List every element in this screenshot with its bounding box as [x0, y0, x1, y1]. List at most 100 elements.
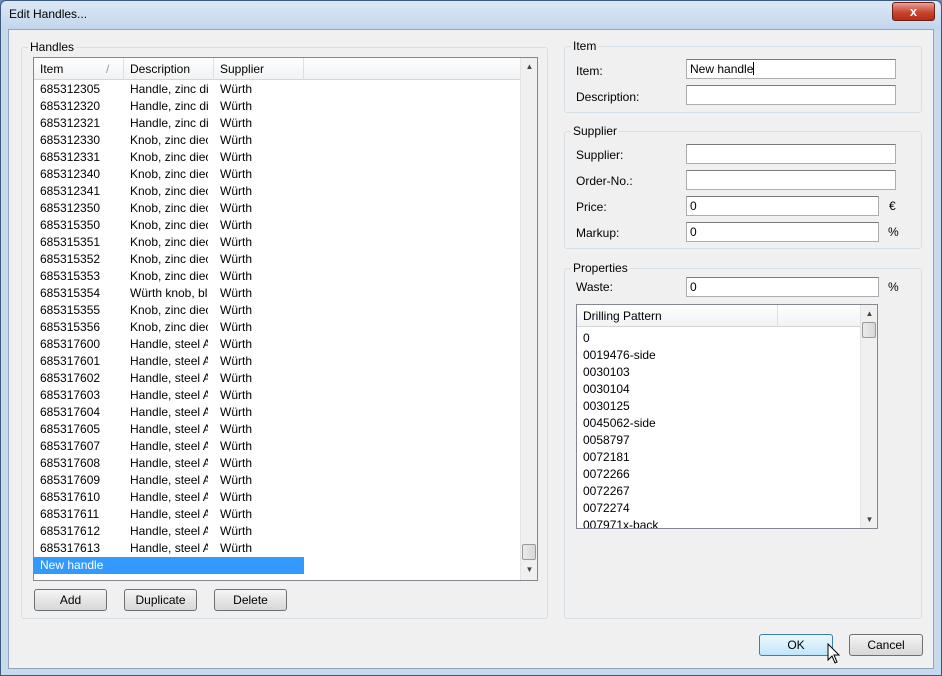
list-item[interactable]: 0072274: [583, 500, 853, 517]
list-item[interactable]: 0072181: [583, 449, 853, 466]
delete-button[interactable]: Delete: [214, 589, 287, 611]
cell-supplier: Würth: [220, 133, 253, 147]
description-field[interactable]: [686, 85, 896, 105]
cell-item: New handle: [40, 558, 104, 572]
text-caret: [753, 62, 755, 75]
list-item[interactable]: 0072266: [583, 466, 853, 483]
list-item[interactable]: 0: [583, 330, 853, 347]
table-row[interactable]: 685315354 Würth knob, blac Würth: [34, 285, 304, 302]
cell-supplier: Würth: [220, 371, 253, 385]
scroll-down-arrow-icon[interactable]: ▼: [861, 511, 877, 528]
table-row[interactable]: 685317607 Handle, steel A2 Würth: [34, 438, 304, 455]
list-item[interactable]: 007971x-back: [583, 517, 853, 528]
handles-list-scrollbar[interactable]: ▲ ▼: [520, 58, 537, 580]
cell-description: Knob, zinc dieca: [130, 269, 208, 283]
table-row[interactable]: 685317610 Handle, steel A2 Würth: [34, 489, 304, 506]
item-field[interactable]: New handle: [686, 59, 896, 79]
list-item[interactable]: 0030103: [583, 364, 853, 381]
column-header-description[interactable]: Description: [124, 58, 214, 80]
cell-item: 685312320: [40, 99, 101, 113]
duplicate-button[interactable]: Duplicate: [124, 589, 197, 611]
table-row[interactable]: 685315352 Knob, zinc dieca Würth: [34, 251, 304, 268]
column-item-label: Item: [40, 62, 64, 76]
price-field[interactable]: 0: [686, 196, 879, 216]
handles-list[interactable]: Item / Description Supplier 685312305 Han…: [33, 57, 538, 581]
handles-group-label: Handles: [28, 40, 77, 54]
edit-handles-window: Edit Handles... x Handles Item / Descrip…: [0, 0, 942, 676]
add-button[interactable]: Add: [34, 589, 107, 611]
cell-supplier: Würth: [220, 184, 253, 198]
table-row[interactable]: 685312341 Knob, zinc dieca Würth: [34, 183, 304, 200]
column-header-supplier[interactable]: Supplier: [214, 58, 304, 80]
drilling-pattern-list[interactable]: Drilling Pattern 0 0019476-side 0030103 003…: [576, 304, 878, 529]
waste-field[interactable]: 0: [686, 277, 879, 297]
scroll-down-arrow-icon[interactable]: ▼: [521, 561, 537, 578]
mouse-pointer-icon: [827, 643, 841, 664]
supplier-group: Supplier Supplier: Order-No.: Price: 0 €…: [564, 124, 922, 249]
price-unit: €: [889, 199, 896, 213]
cell-item: 685315351: [40, 235, 101, 249]
table-row[interactable]: 685317600 Handle, steel A2 Würth: [34, 336, 304, 353]
cell-item: 685312330: [40, 133, 101, 147]
dialog-client-area: Handles Item / Description Supplier 6853…: [8, 29, 934, 669]
table-row[interactable]: 685312331 Knob, zinc dieca Würth: [34, 149, 304, 166]
table-row[interactable]: 685315351 Knob, zinc dieca Würth: [34, 234, 304, 251]
cell-item: 685317604: [40, 405, 101, 419]
table-row[interactable]: 685315350 Knob, zinc dieca Würth: [34, 217, 304, 234]
markup-field[interactable]: 0: [686, 222, 879, 242]
list-item[interactable]: 0019476-side: [583, 347, 853, 364]
table-row[interactable]: 685315356 Knob, zinc dieca Würth: [34, 319, 304, 336]
table-row[interactable]: 685315353 Knob, zinc dieca Würth: [34, 268, 304, 285]
list-item[interactable]: 0072267: [583, 483, 853, 500]
list-item[interactable]: 0045062-side: [583, 415, 853, 432]
table-row[interactable]: 685317613 Handle, steel A2 Würth: [34, 540, 304, 557]
column-header-drilling-pattern[interactable]: Drilling Pattern: [577, 305, 778, 327]
waste-unit: %: [888, 280, 899, 294]
markup-unit: %: [888, 225, 899, 239]
list-item[interactable]: 0030104: [583, 381, 853, 398]
cell-item: 685317610: [40, 490, 101, 504]
table-row[interactable]: 685312321 Handle, zinc die Würth: [34, 115, 304, 132]
table-row[interactable]: 685317603 Handle, steel A2 Würth: [34, 387, 304, 404]
scroll-thumb[interactable]: [862, 322, 876, 338]
close-button[interactable]: x: [892, 2, 935, 21]
cell-description: Würth knob, blac: [130, 286, 208, 300]
table-row[interactable]: 685315355 Knob, zinc dieca Würth: [34, 302, 304, 319]
cell-description: Handle, steel A2: [130, 405, 208, 419]
supplier-field[interactable]: [686, 144, 896, 164]
item-field-value: New handle: [690, 62, 754, 76]
table-row[interactable]: 685312320 Handle, zinc die Würth: [34, 98, 304, 115]
list-item[interactable]: 0058797: [583, 432, 853, 449]
cell-supplier: Würth: [220, 337, 253, 351]
scroll-up-arrow-icon[interactable]: ▲: [521, 58, 537, 75]
table-row[interactable]: 685317612 Handle, steel A2 Würth: [34, 523, 304, 540]
cell-supplier: Würth: [220, 150, 253, 164]
table-row[interactable]: 685317609 Handle, steel A2 Würth: [34, 472, 304, 489]
cell-description: Handle, zinc die: [130, 99, 208, 113]
scroll-thumb[interactable]: [522, 544, 536, 560]
table-row[interactable]: 685317604 Handle, steel A2 Würth: [34, 404, 304, 421]
table-row[interactable]: New handle: [34, 557, 304, 574]
cell-supplier: Würth: [220, 303, 253, 317]
table-row[interactable]: 685317605 Handle, steel A2 Würth: [34, 421, 304, 438]
ok-button[interactable]: OK: [759, 634, 833, 656]
table-row[interactable]: 685312330 Knob, zinc dieca Würth: [34, 132, 304, 149]
order-number-field[interactable]: [686, 170, 896, 190]
cell-item: 685317609: [40, 473, 101, 487]
table-row[interactable]: 685317611 Handle, steel A2 Würth: [34, 506, 304, 523]
scroll-up-arrow-icon[interactable]: ▲: [861, 305, 877, 322]
column-header-item[interactable]: Item /: [34, 58, 124, 80]
price-label: Price:: [576, 200, 607, 214]
cell-description: Handle, steel A2: [130, 456, 208, 470]
table-row[interactable]: 685317602 Handle, steel A2 Würth: [34, 370, 304, 387]
table-row[interactable]: 685312305 Handle, zinc die Würth: [34, 81, 304, 98]
title-bar[interactable]: Edit Handles... x: [1, 1, 941, 29]
cell-description: Knob, zinc dieca: [130, 150, 208, 164]
drilling-pattern-scrollbar[interactable]: ▲ ▼: [860, 305, 877, 528]
table-row[interactable]: 685312350 Knob, zinc dieca Würth: [34, 200, 304, 217]
table-row[interactable]: 685317601 Handle, steel A2 Würth: [34, 353, 304, 370]
table-row[interactable]: 685312340 Knob, zinc dieca Würth: [34, 166, 304, 183]
table-row[interactable]: 685317608 Handle, steel A2 Würth: [34, 455, 304, 472]
list-item[interactable]: 0030125: [583, 398, 853, 415]
cancel-button[interactable]: Cancel: [849, 634, 923, 656]
